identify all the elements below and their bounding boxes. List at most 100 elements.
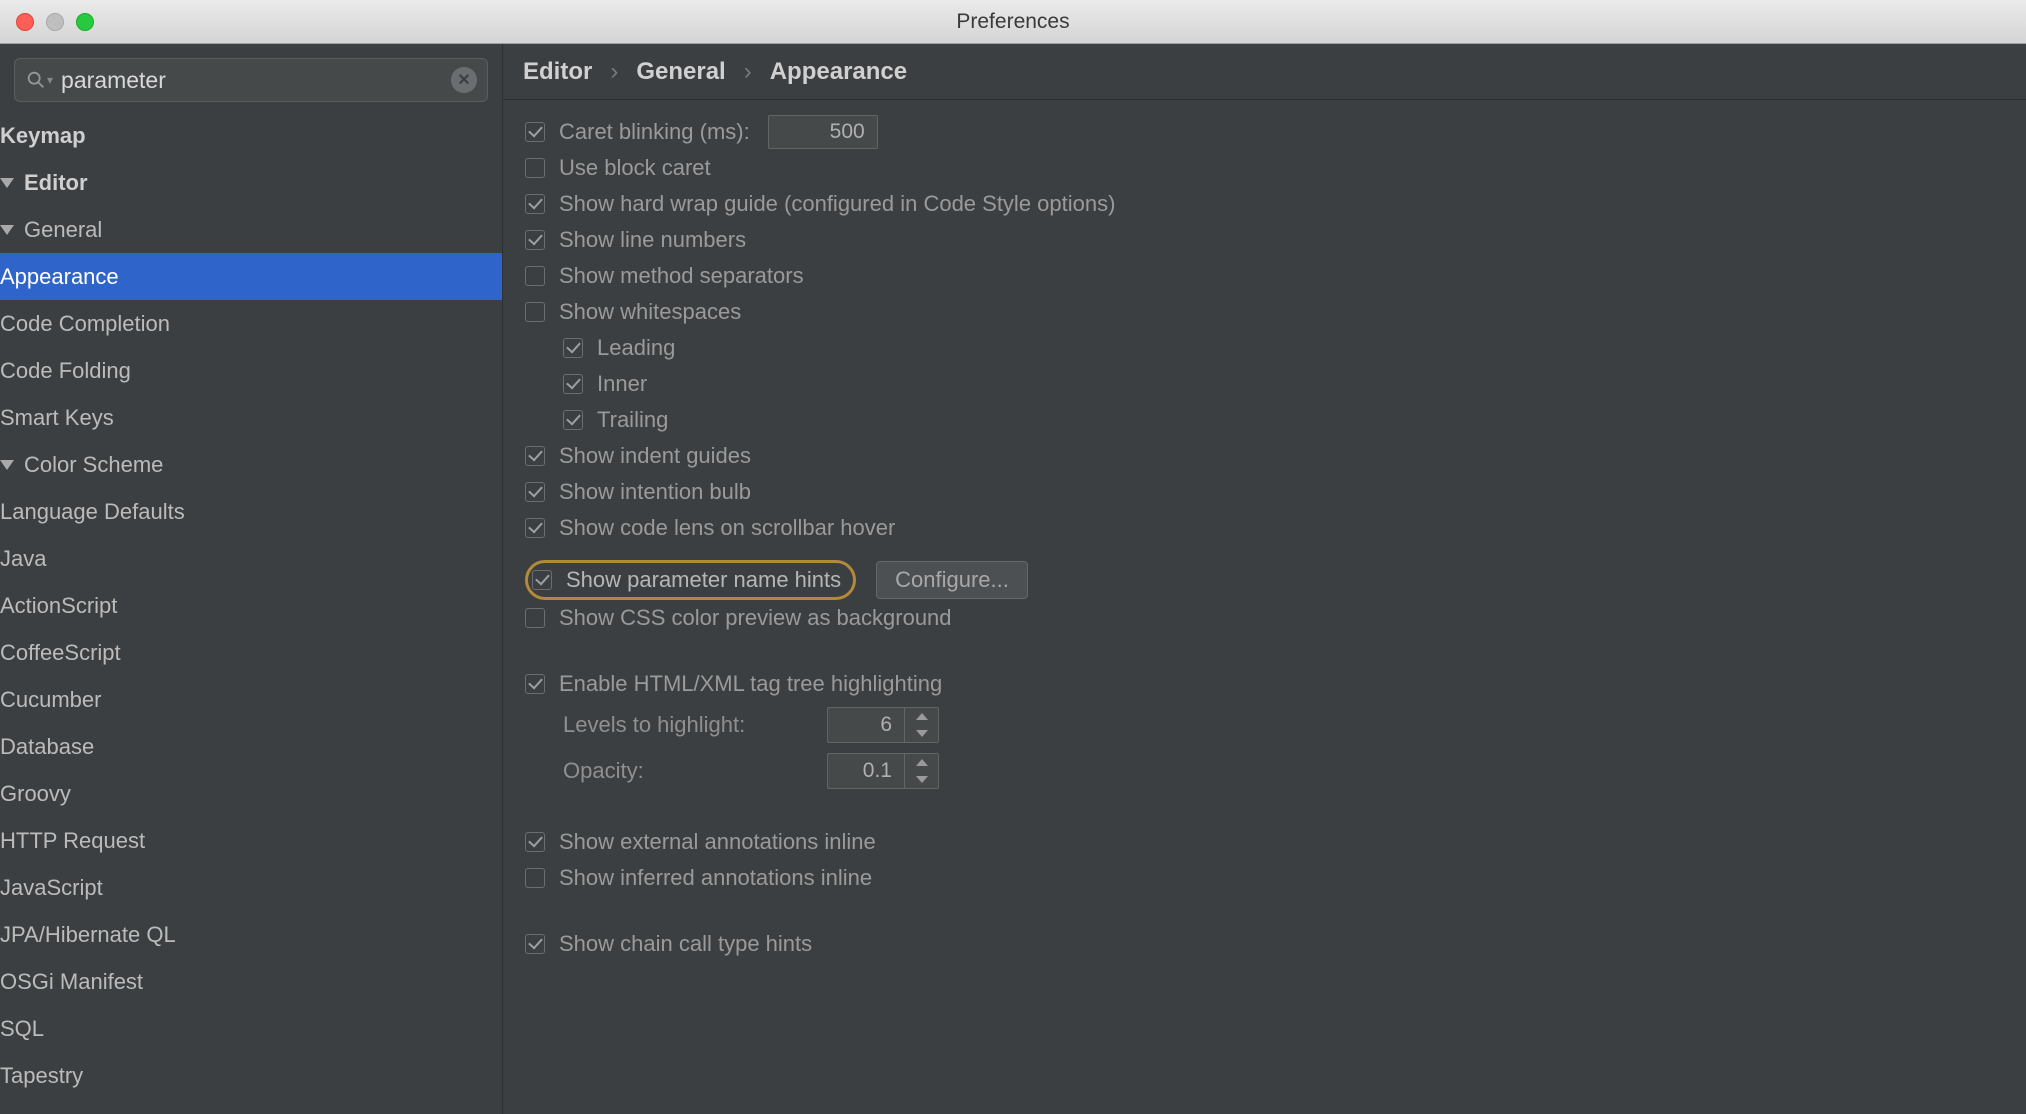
search-field[interactable]: ▾ ✕: [14, 58, 488, 102]
tree-label: Code Folding: [0, 358, 131, 384]
checkbox[interactable]: [525, 230, 545, 250]
breadcrumb-part[interactable]: Editor: [523, 58, 592, 86]
setting-whitespaces: Show whitespaces: [525, 294, 2006, 330]
clear-search-button[interactable]: ✕: [451, 67, 477, 93]
setting-label: Show external annotations inline: [559, 829, 876, 855]
close-window-button[interactable]: [16, 13, 34, 31]
tree-item-smart-keys[interactable]: Smart Keys: [0, 394, 502, 441]
spinner-down-icon[interactable]: [905, 725, 938, 742]
tree-label: Color Scheme: [24, 452, 163, 478]
spinner-up-icon[interactable]: [905, 754, 938, 771]
setting-label: Levels to highlight:: [563, 712, 803, 738]
chevron-right-icon: ›: [744, 58, 752, 86]
setting-method-separators: Show method separators: [525, 258, 2006, 294]
tree-item-general[interactable]: General: [0, 206, 502, 253]
disclosure-triangle-icon[interactable]: [0, 178, 14, 188]
setting-ws-trailing: Trailing: [563, 402, 2006, 438]
settings-panel: Caret blinking (ms): 500 Use block caret…: [503, 100, 2026, 962]
setting-caret-blinking: Caret blinking (ms): 500: [525, 114, 2006, 150]
tree-item-keymap[interactable]: Keymap: [0, 112, 502, 159]
tree-item-cs[interactable]: SQL: [0, 1005, 502, 1052]
setting-label: Show indent guides: [559, 443, 751, 469]
setting-code-lens: Show code lens on scrollbar hover: [525, 510, 2006, 546]
tree-item-cs[interactable]: Java: [0, 535, 502, 582]
setting-label: Trailing: [597, 407, 668, 433]
tree-item-cs[interactable]: Database: [0, 723, 502, 770]
tree-item-cs[interactable]: JPA/Hibernate QL: [0, 911, 502, 958]
tree-item-cs[interactable]: Tapestry: [0, 1052, 502, 1099]
checkbox[interactable]: [525, 832, 545, 852]
tree-label: Groovy: [0, 781, 71, 807]
checkbox[interactable]: [525, 446, 545, 466]
checkbox[interactable]: [525, 158, 545, 178]
tree-item-cs[interactable]: Groovy: [0, 770, 502, 817]
tree-item-color-scheme[interactable]: Color Scheme: [0, 441, 502, 488]
caret-blinking-input[interactable]: 500: [768, 115, 878, 149]
checkbox[interactable]: [525, 266, 545, 286]
zoom-window-button[interactable]: [76, 13, 94, 31]
checkbox[interactable]: [525, 934, 545, 954]
setting-label: Leading: [597, 335, 675, 361]
checkbox[interactable]: [525, 302, 545, 322]
setting-label: Show line numbers: [559, 227, 746, 253]
search-history-chevron-icon[interactable]: ▾: [47, 73, 53, 87]
tree-label: Java: [0, 546, 46, 572]
tree-label: Database: [0, 734, 94, 760]
tree-item-code-folding[interactable]: Code Folding: [0, 347, 502, 394]
tree-item-cs[interactable]: HTTP Request: [0, 817, 502, 864]
breadcrumb-part[interactable]: General: [636, 58, 725, 86]
checkbox[interactable]: [525, 608, 545, 628]
minimize-window-button[interactable]: [46, 13, 64, 31]
checkbox[interactable]: [563, 374, 583, 394]
levels-spinner[interactable]: 6: [827, 707, 939, 743]
checkbox[interactable]: [525, 518, 545, 538]
tree-item-code-completion[interactable]: Code Completion: [0, 300, 502, 347]
setting-label: Show inferred annotations inline: [559, 865, 872, 891]
tree-label: ActionScript: [0, 593, 117, 619]
disclosure-triangle-icon[interactable]: [0, 460, 14, 470]
tree-item-appearance[interactable]: Appearance: [0, 253, 502, 300]
tree-label: CoffeeScript: [0, 640, 121, 666]
tree-item-cs[interactable]: JavaScript: [0, 864, 502, 911]
breadcrumb: Editor › General › Appearance: [503, 44, 2026, 100]
tree-label: JavaScript: [0, 875, 103, 901]
tree-label: Smart Keys: [0, 405, 114, 431]
tree-item-cs[interactable]: CoffeeScript: [0, 629, 502, 676]
search-highlight: Show parameter name hints: [525, 560, 856, 600]
window-controls: [16, 13, 94, 31]
tree-item-cs[interactable]: Cucumber: [0, 676, 502, 723]
tree-label: Editor: [24, 170, 88, 196]
checkbox[interactable]: [563, 338, 583, 358]
search-icon: [25, 69, 47, 91]
tree-label: Code Completion: [0, 311, 170, 337]
tree-item-cs[interactable]: OSGi Manifest: [0, 958, 502, 1005]
checkbox[interactable]: [525, 674, 545, 694]
checkbox[interactable]: [525, 122, 545, 142]
tree-label: HTTP Request: [0, 828, 145, 854]
setting-external-annotations: Show external annotations inline: [525, 824, 2006, 860]
disclosure-triangle-icon[interactable]: [0, 225, 14, 235]
setting-opacity: Opacity: 0.1: [563, 748, 2006, 794]
preferences-sidebar: ▾ ✕ Keymap Editor General Appearance Cod…: [0, 44, 503, 1114]
tree-item-cs[interactable]: ActionScript: [0, 582, 502, 629]
checkbox[interactable]: [563, 410, 583, 430]
setting-tag-tree: Enable HTML/XML tag tree highlighting: [525, 666, 2006, 702]
opacity-spinner[interactable]: 0.1: [827, 753, 939, 789]
tree-label: SQL: [0, 1016, 44, 1042]
setting-label: Show intention bulb: [559, 479, 751, 505]
tree-item-cs[interactable]: Language Defaults: [0, 488, 502, 535]
checkbox[interactable]: [532, 570, 552, 590]
search-input[interactable]: [61, 67, 451, 94]
checkbox[interactable]: [525, 482, 545, 502]
spinner-down-icon[interactable]: [905, 771, 938, 788]
checkbox[interactable]: [525, 194, 545, 214]
tree-item-editor[interactable]: Editor: [0, 159, 502, 206]
setting-label: Show CSS color preview as background: [559, 605, 952, 631]
setting-intention-bulb: Show intention bulb: [525, 474, 2006, 510]
breadcrumb-part[interactable]: Appearance: [770, 58, 907, 86]
setting-indent-guides: Show indent guides: [525, 438, 2006, 474]
spinner-up-icon[interactable]: [905, 708, 938, 725]
checkbox[interactable]: [525, 868, 545, 888]
configure-button[interactable]: Configure...: [876, 561, 1028, 599]
setting-label: Show whitespaces: [559, 299, 741, 325]
